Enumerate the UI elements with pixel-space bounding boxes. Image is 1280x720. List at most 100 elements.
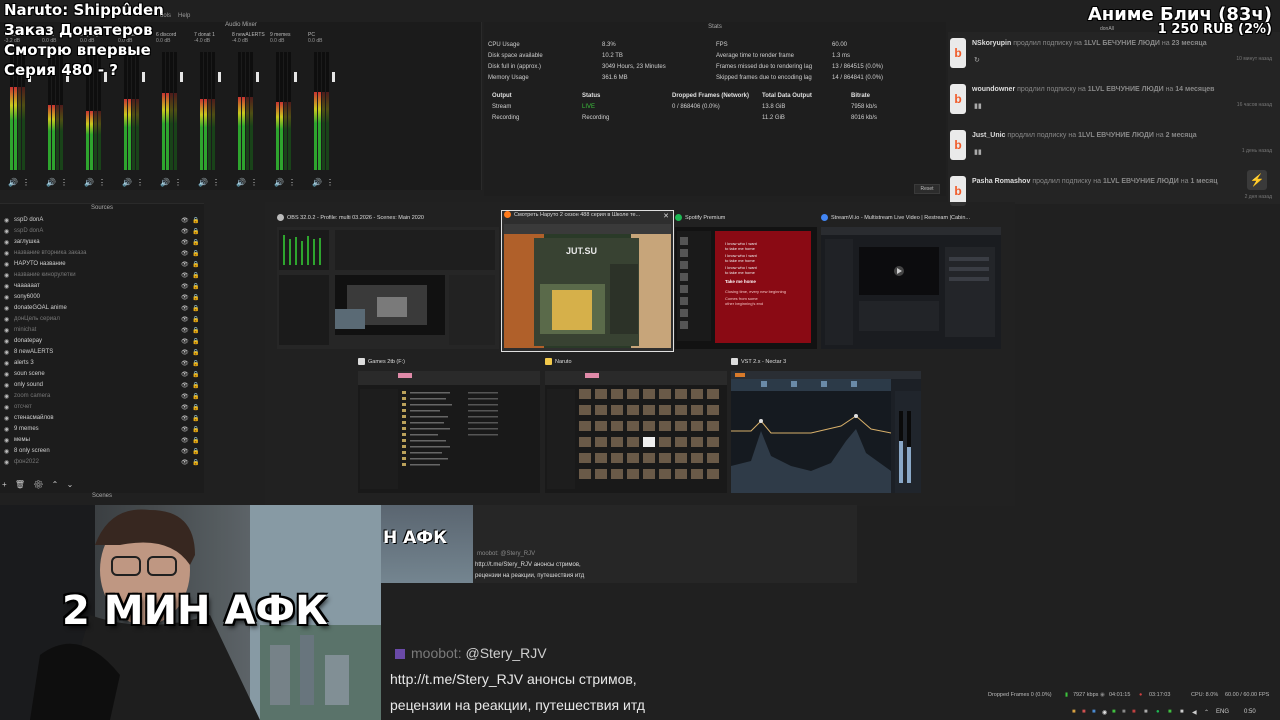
source-item[interactable]: ◉ 8 only screen 👁 🔒 xyxy=(0,447,204,458)
lock-icon[interactable]: 🔒 xyxy=(192,327,199,334)
source-item[interactable]: ◉ donateGOAL anime 👁 🔒 xyxy=(0,304,204,315)
source-item[interactable]: ◉ название вторника заказа 👁 🔒 xyxy=(0,249,204,260)
eye-icon[interactable]: 👁 xyxy=(181,404,189,411)
channel-controls[interactable]: 🔊⋮ xyxy=(122,178,148,187)
channel-controls[interactable]: 🔊⋮ xyxy=(46,178,72,187)
eye-icon[interactable]: 👁 xyxy=(181,426,189,433)
volume-fader[interactable] xyxy=(180,72,183,82)
chevron-up-icon[interactable]: ⌃ xyxy=(1204,709,1209,716)
lock-icon[interactable]: 🔒 xyxy=(192,393,199,400)
source-item[interactable]: ◉ фон2022 👁 🔒 xyxy=(0,458,204,469)
lock-icon[interactable]: 🔒 xyxy=(192,404,199,411)
source-item[interactable]: ◉ minichat 👁 🔒 xyxy=(0,326,204,337)
eye-icon[interactable]: 👁 xyxy=(181,349,189,356)
eye-icon[interactable]: 👁 xyxy=(181,305,189,312)
volume-fader[interactable] xyxy=(142,72,145,82)
volume-fader[interactable] xyxy=(332,72,335,82)
source-item[interactable]: ◉ only sound 👁 🔒 xyxy=(0,381,204,392)
source-item[interactable]: ◉ donatepay 👁 🔒 xyxy=(0,337,204,348)
eye-icon[interactable]: 👁 xyxy=(181,448,189,455)
eye-icon[interactable]: 👁 xyxy=(181,294,189,301)
menu-tools[interactable]: ools xyxy=(160,13,171,19)
volume-fader[interactable] xyxy=(256,72,259,82)
lock-icon[interactable]: 🔒 xyxy=(192,437,199,444)
eye-icon[interactable]: 👁 xyxy=(181,360,189,367)
eye-icon[interactable]: 👁 xyxy=(181,393,189,400)
eye-icon[interactable]: 👁 xyxy=(181,459,189,466)
channel-controls[interactable]: 🔊⋮ xyxy=(274,178,300,187)
eye-icon[interactable]: 👁 xyxy=(181,261,189,268)
reset-button[interactable]: Reset xyxy=(914,184,940,194)
channel-controls[interactable]: 🔊⋮ xyxy=(8,178,34,187)
lock-icon[interactable]: 🔒 xyxy=(192,448,199,455)
source-item[interactable]: ◉ НАРУТО название 👁 🔒 xyxy=(0,260,204,271)
channel-controls[interactable]: 🔊⋮ xyxy=(160,178,186,187)
lock-icon[interactable]: 🔒 xyxy=(192,283,199,290)
source-item[interactable]: ◉ sony6000 👁 🔒 xyxy=(0,293,204,304)
tray-app-icon[interactable]: ■ xyxy=(1122,709,1126,715)
volume-fader[interactable] xyxy=(218,72,221,82)
tray-app-icon[interactable]: ■ xyxy=(1072,709,1076,715)
lock-icon[interactable]: 🔒 xyxy=(192,316,199,323)
lock-icon[interactable]: 🔒 xyxy=(192,228,199,235)
channel-controls[interactable]: 🔊⋮ xyxy=(312,178,338,187)
eye-icon[interactable]: 👁 xyxy=(181,228,189,235)
window-explorer-naruto[interactable]: Naruto xyxy=(545,358,727,498)
source-item[interactable]: ◉ 9 memes 👁 🔒 xyxy=(0,425,204,436)
source-item[interactable]: ◉ донЦель сериал 👁 🔒 xyxy=(0,315,204,326)
lock-icon[interactable]: 🔒 xyxy=(192,360,199,367)
window-explorer-games[interactable]: Games 2tb (F:) xyxy=(358,358,540,498)
source-item[interactable]: ◉ название кинорулетки 👁 🔒 xyxy=(0,271,204,282)
clock[interactable]: 0:50 xyxy=(1244,709,1256,715)
eye-icon[interactable]: 👁 xyxy=(181,316,189,323)
lock-icon[interactable]: 🔒 xyxy=(192,272,199,279)
channel-controls[interactable]: 🔊⋮ xyxy=(198,178,224,187)
source-item[interactable]: ◉ alerts 3 👁 🔒 xyxy=(0,359,204,370)
eye-icon[interactable]: 👁 xyxy=(181,250,189,257)
lock-icon[interactable]: 🔒 xyxy=(192,294,199,301)
close-icon[interactable]: ✕ xyxy=(663,212,669,220)
tray-app-icon[interactable]: ■ xyxy=(1082,709,1086,715)
channel-controls[interactable]: 🔊⋮ xyxy=(236,178,262,187)
source-item[interactable]: ◉ 8 newALERTS 👁 🔒 xyxy=(0,348,204,359)
source-item[interactable]: ◉ sspD donA 👁 🔒 xyxy=(0,216,204,227)
eye-icon[interactable]: 👁 xyxy=(181,283,189,290)
spotify-tray-icon[interactable]: ● xyxy=(1156,709,1160,715)
lock-icon[interactable]: 🔒 xyxy=(192,382,199,389)
lock-icon[interactable]: 🔒 xyxy=(192,415,199,422)
window-streamvi[interactable]: StreamVi.io - Multistream Live Video | R… xyxy=(821,214,1001,350)
volume-fader[interactable] xyxy=(294,72,297,82)
lock-icon[interactable]: 🔒 xyxy=(192,239,199,246)
source-item[interactable]: ◉ отсчет 👁 🔒 xyxy=(0,403,204,414)
eye-icon[interactable]: 👁 xyxy=(181,382,189,389)
window-spotify[interactable]: Spotify Premium I know who I want to tak… xyxy=(675,214,817,350)
channel-controls[interactable]: 🔊⋮ xyxy=(84,178,110,187)
source-item[interactable]: ◉ zoom camera 👁 🔒 xyxy=(0,392,204,403)
eye-icon[interactable]: 👁 xyxy=(181,327,189,334)
tray-app-icon[interactable]: ■ xyxy=(1092,709,1096,715)
window-vst-nectar[interactable]: VST 2.x - Nectar 3 xyxy=(731,358,921,498)
lock-icon[interactable]: 🔒 xyxy=(192,261,199,268)
window-browser[interactable]: Смотреть Наруто 2 сезон 488 серия в Школ… xyxy=(501,210,674,352)
tray-app-icon[interactable]: ◉ xyxy=(1102,709,1107,716)
eye-icon[interactable]: 👁 xyxy=(181,415,189,422)
volume-icon[interactable]: ◀ xyxy=(1192,709,1197,716)
tray-app-icon[interactable]: ■ xyxy=(1168,709,1172,715)
lock-icon[interactable]: 🔒 xyxy=(192,338,199,345)
menu-help[interactable]: Help xyxy=(178,13,190,19)
lock-icon[interactable]: 🔒 xyxy=(192,250,199,257)
lock-icon[interactable]: 🔒 xyxy=(192,305,199,312)
lock-icon[interactable]: 🔒 xyxy=(192,426,199,433)
eye-icon[interactable]: 👁 xyxy=(181,239,189,246)
window-obs[interactable]: OBS 32.0.2 - Profile: multi 03.2026 - Sc… xyxy=(277,214,499,350)
language-indicator[interactable]: ENG xyxy=(1216,709,1229,715)
tray-app-icon[interactable]: ■ xyxy=(1180,709,1184,715)
eye-icon[interactable]: 👁 xyxy=(181,338,189,345)
lock-icon[interactable]: 🔒 xyxy=(192,349,199,356)
source-item[interactable]: ◉ чаааааат 👁 🔒 xyxy=(0,282,204,293)
eye-icon[interactable]: 👁 xyxy=(181,371,189,378)
lightning-icon[interactable]: ⚡ xyxy=(1247,170,1267,190)
source-item[interactable]: ◉ мемы 👁 🔒 xyxy=(0,436,204,447)
lock-icon[interactable]: 🔒 xyxy=(192,459,199,466)
lock-icon[interactable]: 🔒 xyxy=(192,217,199,224)
